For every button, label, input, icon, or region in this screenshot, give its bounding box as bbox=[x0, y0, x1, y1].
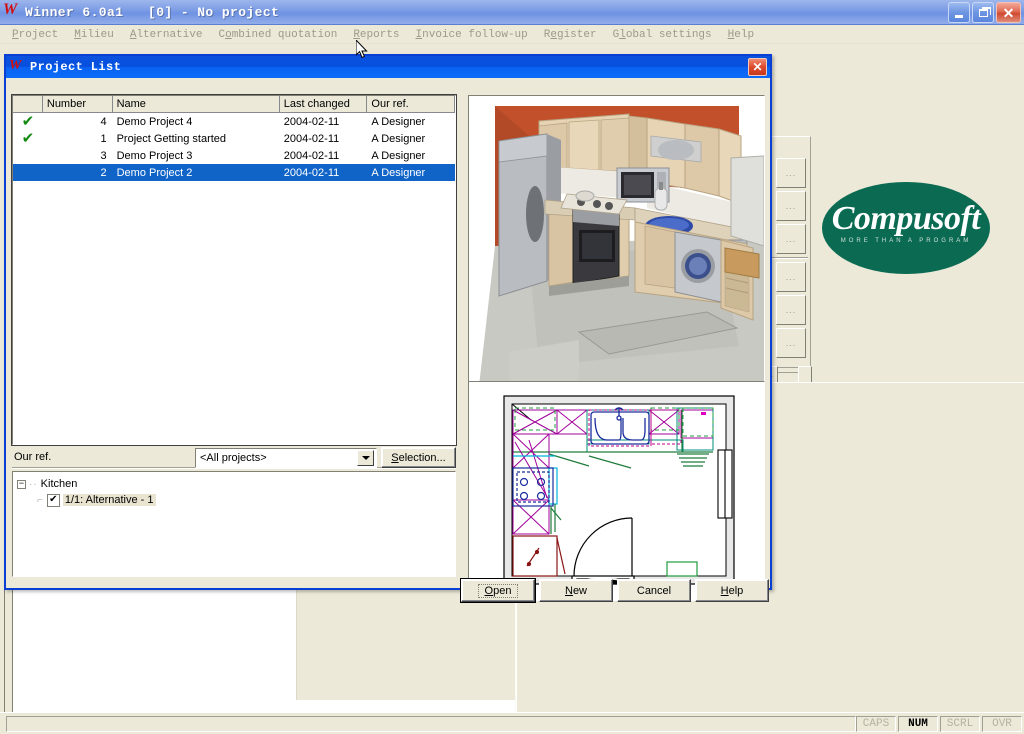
row-flag: ✔ bbox=[13, 114, 43, 129]
cell-last-changed: 2004-02-11 bbox=[283, 132, 340, 145]
toolbar-button-2[interactable]: ... bbox=[776, 191, 806, 221]
toolbar-button-3[interactable]: ... bbox=[776, 224, 806, 254]
cell-last-changed: 2004-02-11 bbox=[283, 166, 340, 179]
dialog-close-button[interactable]: ✕ bbox=[748, 58, 767, 76]
cell-name: Project Getting started bbox=[116, 132, 227, 145]
compusoft-logo: Compusoft MORE THAN A PROGRAM bbox=[822, 182, 990, 274]
column-header-name[interactable]: Name bbox=[112, 96, 280, 113]
dialog-title: Project List bbox=[30, 60, 122, 74]
column-header-flag[interactable] bbox=[13, 96, 43, 113]
preview-3d-render bbox=[468, 95, 765, 387]
tree-child-label: 1/1: Alternative - 1 bbox=[62, 494, 156, 506]
menu-item-register[interactable]: Register bbox=[536, 28, 605, 42]
application-window: Winner 6.0a1 [0] - No project ✕ Project … bbox=[0, 0, 1024, 734]
menu-item-project[interactable]: Project bbox=[4, 28, 66, 42]
toolbar-separator bbox=[772, 257, 808, 259]
toolbar-button-4[interactable]: ... bbox=[776, 262, 806, 292]
kitchen-2d-plan-image bbox=[469, 382, 764, 600]
menu-item-global-settings[interactable]: Global settings bbox=[605, 28, 720, 42]
cell-our-ref: A Designer bbox=[371, 149, 426, 162]
winner-app-icon bbox=[3, 1, 21, 21]
dialog-button-row: Open New Cancel Help bbox=[460, 578, 771, 603]
winner-app-icon bbox=[9, 58, 25, 75]
table-row[interactable]: 3 Demo Project 3 2004-02-11 A Designer bbox=[13, 147, 455, 164]
column-header-our-ref[interactable]: Our ref. bbox=[367, 96, 455, 113]
row-flag: ✔ bbox=[13, 131, 43, 146]
alternatives-tree[interactable]: − ·· Kitchen ⌐ ✔ 1/1: Alternative - 1 bbox=[12, 471, 456, 577]
tree-connector: ⌐ bbox=[37, 494, 44, 506]
preview-2d-plan bbox=[468, 381, 765, 601]
our-ref-label: Our ref. bbox=[14, 451, 52, 463]
kitchen-3d-image bbox=[469, 96, 764, 386]
status-message bbox=[6, 715, 856, 732]
project-list-dialog: Project List ✕ Number Name Last changed … bbox=[4, 54, 772, 603]
menu-item-alternative[interactable]: Alternative bbox=[122, 28, 211, 42]
new-button[interactable]: New bbox=[539, 579, 613, 602]
check-icon: ✔ bbox=[21, 114, 35, 129]
window-controls: ✕ bbox=[948, 2, 1021, 23]
status-indicator-num: NUM bbox=[898, 715, 938, 732]
toolbar-button-1[interactable]: ... bbox=[776, 158, 806, 188]
menu-item-combined-quotation[interactable]: Combined quotation bbox=[210, 28, 345, 42]
menu-item-help[interactable]: Help bbox=[720, 28, 762, 42]
logo-text: Compusoft bbox=[831, 200, 981, 237]
cell-number: 3 bbox=[100, 149, 107, 162]
restore-button[interactable] bbox=[972, 2, 994, 23]
our-ref-combo-value: <All projects> bbox=[200, 452, 267, 464]
cell-name: Demo Project 3 bbox=[116, 149, 193, 162]
cell-name: Demo Project 2 bbox=[116, 166, 193, 179]
cell-number: 4 bbox=[100, 115, 107, 128]
column-header-last-changed[interactable]: Last changed bbox=[279, 96, 368, 113]
chevron-down-icon[interactable] bbox=[357, 450, 374, 466]
cell-number: 1 bbox=[100, 132, 107, 145]
column-header-number[interactable]: Number bbox=[42, 96, 113, 113]
our-ref-combo[interactable]: <All projects> bbox=[195, 448, 377, 468]
selection-button[interactable]: Selection... bbox=[381, 447, 456, 468]
cell-last-changed: 2004-02-11 bbox=[283, 115, 340, 128]
dialog-title-bar: Project List ✕ bbox=[6, 56, 770, 78]
status-indicator-caps: CAPS bbox=[856, 715, 896, 732]
status-indicator-scrl: SCRL bbox=[940, 715, 980, 732]
cell-number: 2 bbox=[100, 166, 107, 179]
cell-our-ref: A Designer bbox=[371, 115, 426, 128]
close-icon: ✕ bbox=[1002, 4, 1015, 21]
cell-name: Demo Project 4 bbox=[116, 115, 193, 128]
menu-bar: Project Milieu Alternative Combined quot… bbox=[0, 26, 1024, 44]
menu-item-reports[interactable]: Reports bbox=[345, 28, 407, 42]
menu-item-milieu[interactable]: Milieu bbox=[66, 28, 122, 42]
tree-root-label: Kitchen bbox=[40, 478, 78, 490]
table-row[interactable]: ✔ 1 Project Getting started 2004-02-11 A… bbox=[13, 130, 455, 147]
tree-node-child[interactable]: ⌐ ✔ 1/1: Alternative - 1 bbox=[37, 492, 455, 508]
alternative-checkbox[interactable]: ✔ bbox=[46, 493, 60, 507]
table-row[interactable]: ✔ 4 Demo Project 4 2004-02-11 A Designer bbox=[13, 113, 455, 130]
status-bar: CAPS NUM SCRL OVR bbox=[0, 712, 1024, 734]
toolbar-button-6[interactable]: ... bbox=[776, 328, 806, 358]
cell-our-ref: A Designer bbox=[371, 166, 426, 179]
menu-item-invoice-follow-up[interactable]: Invoice follow-up bbox=[408, 28, 536, 42]
close-button[interactable]: ✕ bbox=[996, 2, 1021, 23]
tree-connector: ·· bbox=[29, 478, 38, 490]
cell-last-changed: 2004-02-11 bbox=[283, 149, 340, 162]
cancel-button[interactable]: Cancel bbox=[617, 579, 691, 602]
project-list-view[interactable]: Number Name Last changed Our ref. ✔ 4 De… bbox=[11, 94, 457, 446]
toolbar-button-5[interactable]: ... bbox=[776, 295, 806, 325]
minimize-icon bbox=[955, 14, 963, 18]
minimize-button[interactable] bbox=[948, 2, 970, 23]
tree-node-root[interactable]: − ·· Kitchen bbox=[17, 476, 455, 492]
status-indicator-ovr: OVR bbox=[982, 715, 1022, 732]
check-icon: ✔ bbox=[21, 131, 35, 146]
table-row[interactable]: 2 Demo Project 2 2004-02-11 A Designer bbox=[13, 164, 455, 181]
collapse-icon[interactable]: − bbox=[17, 479, 26, 489]
help-button[interactable]: Help bbox=[695, 579, 769, 602]
window-title: Winner 6.0a1 [0] - No project bbox=[25, 4, 280, 20]
cell-our-ref: A Designer bbox=[371, 132, 426, 145]
close-icon: ✕ bbox=[752, 60, 763, 74]
open-button[interactable]: Open bbox=[460, 578, 536, 603]
list-header-row: Number Name Last changed Our ref. bbox=[13, 96, 455, 113]
main-title-bar: Winner 6.0a1 [0] - No project ✕ bbox=[0, 0, 1024, 25]
restore-icon bbox=[978, 6, 991, 17]
dialog-body: Number Name Last changed Our ref. ✔ 4 De… bbox=[6, 78, 770, 603]
logo-tagline: MORE THAN A PROGRAM bbox=[840, 238, 972, 244]
